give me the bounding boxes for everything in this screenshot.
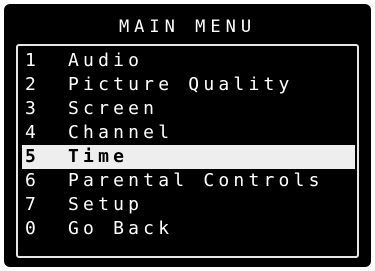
menu-item-setup[interactable]: 7 Setup [22,193,355,217]
menu-item-label: Audio [68,50,144,71]
menu-item-time[interactable]: 5 Time [22,145,355,169]
menu-item-audio[interactable]: 1 Audio [22,49,355,73]
menu-item-number: 7 [25,194,41,215]
menu-item-screen[interactable]: 3 Screen [22,97,355,121]
menu-item-parental-controls[interactable]: 6 Parental Controls [22,169,355,193]
menu-title: MAIN MENU [118,17,257,37]
menu-item-label: Parental Controls [68,170,324,191]
menu-item-number: 6 [25,170,41,191]
menu-item-channel[interactable]: 4 Channel [22,121,355,145]
menu-item-number: 3 [25,98,41,119]
menu-list: 1 Audio 2 Picture Quality 3 Screen 4 Channel… [16,44,359,258]
menu-item-picture-quality[interactable]: 2 Picture Quality [22,73,355,97]
menu-item-label: Setup [68,194,144,215]
menu-item-label: Channel [68,122,174,143]
menu-item-number: 5 [25,146,41,167]
menu-item-label: Screen [68,98,159,119]
menu-item-number: 2 [25,74,41,95]
menu-item-label: Picture Quality [68,74,294,95]
menu-item-number: 1 [25,50,41,71]
menu-item-number: 4 [25,122,41,143]
menu-item-label: Time [68,146,129,167]
menu-item-number: 0 [25,218,41,239]
osd-screen: MAIN MENU 1 Audio 2 Picture Quality 3 Scree… [4,4,371,267]
menu-item-go-back[interactable]: 0 Go Back [22,217,355,241]
menu-item-label: Go Back [68,218,174,239]
